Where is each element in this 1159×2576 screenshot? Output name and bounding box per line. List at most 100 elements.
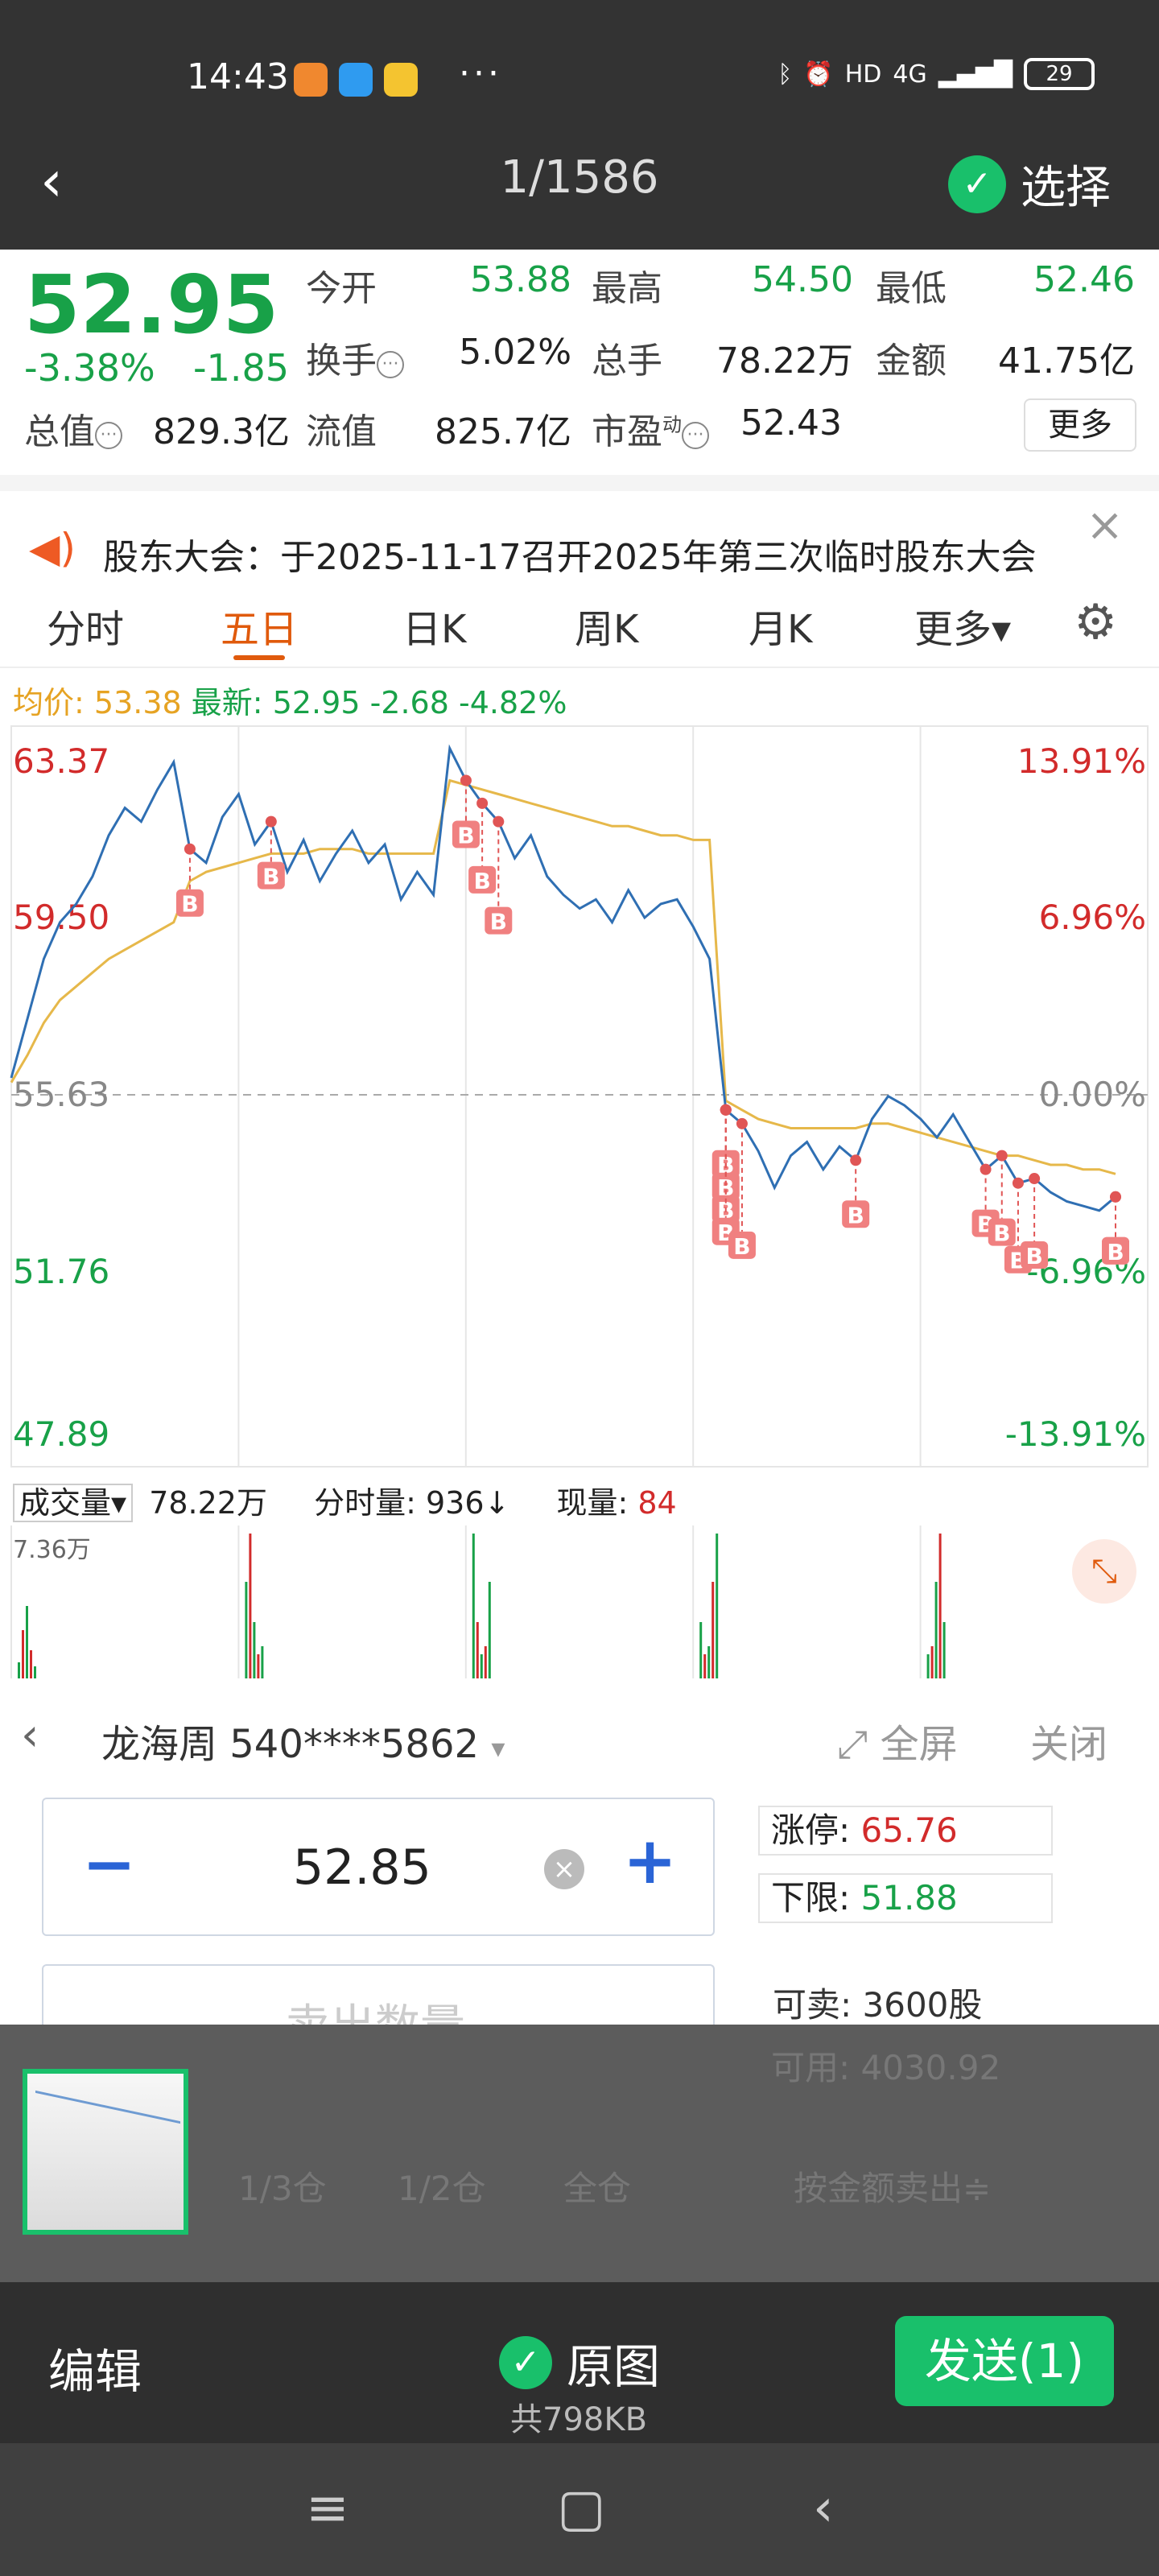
avg-value: 53.38 [93,685,182,720]
menu-icon[interactable]: ≡ [306,2479,349,2538]
edit-button[interactable]: 编辑 [48,2334,142,2401]
info-icon[interactable]: ··· [682,422,709,449]
send-bar: 编辑 ✓ 原图 共798KB 发送(1) [0,2282,1159,2443]
network-label: 4G [893,60,927,89]
tab-five-day[interactable]: 五日 [221,597,298,654]
tab-weekly-k[interactable]: 周K [575,597,638,654]
volume-bar [699,1622,703,1678]
avg-label: 均价: [13,685,85,720]
account-selector[interactable]: 龙海周 540****5862 ▾ [101,1712,505,1769]
status-bar: 14:43 ··· ᛒ ⏰ HD 4G ▂▄▆█ 29 [0,0,1159,121]
app-notification-icon [339,63,373,97]
system-icons: ᛒ ⏰ HD 4G ▂▄▆█ 29 [777,58,1095,90]
y-tick-right: 0.00% [1039,1075,1146,1114]
volume-bar [261,1646,264,1678]
trade-marker-dot [476,797,489,809]
original-label: 原图 [567,2339,661,2394]
info-icon[interactable]: ··· [95,422,122,449]
gear-icon[interactable]: ⚙ [1074,594,1117,650]
system-nav-bar: ≡ ▢ ‹ [0,2443,1159,2576]
volume-bar [257,1654,260,1678]
buy-marker-label: B [1025,1243,1042,1269]
more-notifications-icon: ··· [459,53,502,94]
select-button[interactable]: ✓ 选择 [948,151,1111,217]
volume-bar [34,1666,36,1678]
volume-max-label: 7.36万 [13,1536,91,1564]
hd-icon: HD [844,60,882,89]
fullscreen-button[interactable]: ⤢ 全屏 [837,1712,958,1769]
trade-marker-dot [1029,1173,1041,1185]
tab-daily-k[interactable]: 日K [402,597,466,654]
check-icon: ✓ [948,155,1006,213]
image-thumbnail[interactable] [23,2069,188,2235]
tick-volume: 936↓ [425,1485,510,1521]
expand-icon[interactable]: ⤡ [1072,1539,1136,1604]
buy-marker-label: B [457,822,474,848]
speaker-icon: ◀) [29,525,76,572]
volume-bar [488,1582,491,1678]
tab-monthly-k[interactable]: 月K [749,597,812,654]
volume-bar [30,1650,32,1678]
open-label: 今开 [306,268,377,309]
buy-marker-label: B [733,1233,750,1260]
latest-label: 最新: [191,685,263,720]
trade-marker-dot [980,1163,992,1175]
volume-bar [711,1582,715,1678]
buy-marker-label: B [993,1220,1010,1247]
quote-panel: 52.95 -3.38% -1.85 今开 53.88 最高 54.50 最低 … [0,250,1159,475]
more-button[interactable]: 更多 [1024,398,1136,452]
y-tick-right: 13.91% [1017,741,1146,781]
volume-total: 78.22万 [149,1485,267,1521]
price-input[interactable]: 52.85 [293,1839,431,1896]
close-icon[interactable]: × [1086,499,1124,551]
original-image-toggle[interactable]: ✓ 原图 [499,2329,660,2396]
trade-marker-dot [996,1150,1008,1162]
chart-tabs: 分时 五日 日K 周K 月K 更多▾ ⚙ [0,580,1159,668]
volume-bar [245,1582,248,1678]
select-label: 选择 [1021,162,1111,214]
decrease-button[interactable]: − [82,1827,136,1901]
volume-bar [934,1582,938,1678]
latest-value: 52.95 [272,685,361,720]
open-value: 53.88 [470,259,571,300]
volume-label: 总手 [592,341,662,382]
position-third-button[interactable]: 1/3仓 [238,2161,327,2211]
close-button[interactable]: 关闭 [1030,1712,1107,1769]
tab-more[interactable]: 更多▾ [914,597,1011,654]
position-full-button[interactable]: 全仓 [563,2161,631,2211]
send-button[interactable]: 发送(1) [895,2316,1114,2406]
volume-bar [18,1662,20,1678]
trade-marker-dot [265,815,277,828]
indicator-select[interactable]: 成交量▾ [13,1484,134,1522]
latest-change-percent: -4.82% [459,685,567,720]
home-icon[interactable]: ▢ [557,2479,605,2538]
announcement-bar[interactable]: ◀) 股东大会：于2025-11-17召开2025年第三次临时股东大会 × [0,491,1159,578]
back-icon[interactable]: ‹ [813,2479,834,2538]
sell-by-amount-button[interactable]: 按金额卖出≑ [794,2161,991,2211]
volume-header: 成交量▾ 78.22万 分时量: 936↓ 现量: 84 [13,1478,677,1522]
position-half-button[interactable]: 1/2仓 [398,2161,486,2211]
alarm-icon: ⏰ [803,60,834,89]
volume-value: 78.22万 [716,341,853,382]
turnover-value: 5.02% [459,332,571,373]
buy-marker-label: B [473,868,490,894]
trade-marker-dot [493,815,505,828]
divider [0,475,1159,491]
tab-intraday[interactable]: 分时 [47,597,124,654]
volume-bar [480,1654,483,1678]
announcement-text[interactable]: 股东大会：于2025-11-17召开2025年第三次临时股东大会 [103,528,1037,580]
volume-bar [938,1534,942,1678]
volume-bar [253,1622,256,1678]
available-funds: 可用: 4030.92 [771,2048,1001,2087]
float-label: 流值 [306,411,377,452]
info-icon[interactable]: ··· [377,351,404,378]
five-day-chart[interactable]: 63.37 13.91%59.50 6.96%55.63 0.00%51.76 -6.9… [0,724,1159,1473]
app-notification-icon [294,63,328,97]
limit-up: 涨停: 65.76 [758,1806,1053,1856]
trade-panel: ‹ 龙海周 540****5862 ▾ ⤢ 全屏 关闭 − 52.85 × + … [0,1678,1159,2061]
back-icon[interactable]: ‹ [21,1709,39,1761]
y-tick-right: -13.91% [1005,1414,1146,1454]
buy-marker-label: B [848,1202,864,1228]
increase-button[interactable]: + [623,1823,677,1898]
clear-icon[interactable]: × [544,1849,584,1889]
